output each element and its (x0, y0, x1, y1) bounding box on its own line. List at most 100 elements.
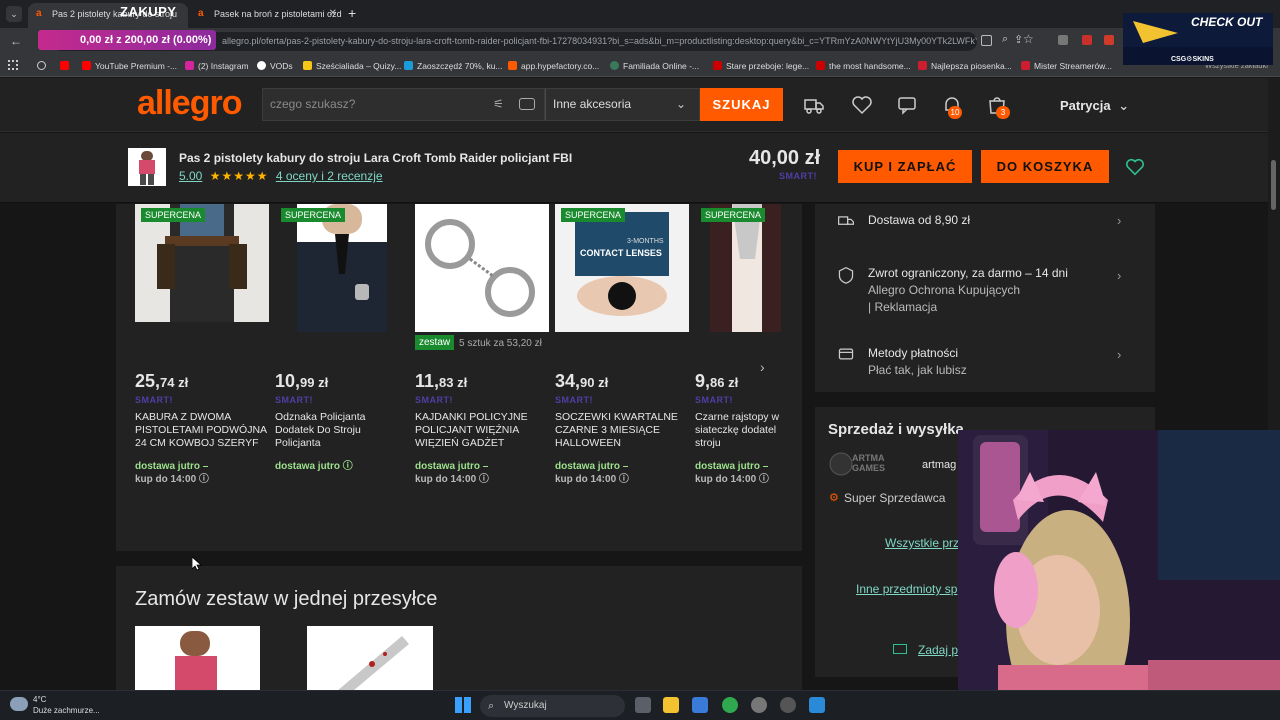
user-menu[interactable]: Patrycja ⌄ (1060, 98, 1129, 114)
extension-red-icon[interactable] (1104, 35, 1114, 45)
sponsor-promo-overlay: CHECK OUT CSG⚙SKINS (1123, 13, 1273, 65)
back-icon[interactable]: ← (10, 34, 22, 48)
webcam-image (958, 430, 1280, 720)
smart-badge: SMART! (415, 395, 453, 405)
task-view-icon[interactable] (635, 697, 651, 713)
product-rating: 5.00 ★★★★★ 4 oceny i 2 recenzje (179, 169, 383, 183)
smart-badge: SMART! (135, 395, 173, 405)
set-tag: zestaw (415, 335, 455, 350)
cart-badge: 3 (996, 106, 1010, 119)
new-tab-button[interactable]: + (348, 5, 356, 21)
bookmark-item[interactable] (60, 59, 73, 73)
bookmark-icon[interactable] (37, 61, 46, 70)
bookmark-stare-przeboje[interactable]: Stare przeboje: lege... (713, 59, 809, 73)
heart-icon[interactable] (851, 94, 873, 116)
bookmark-szescialiada[interactable]: Sześcialiada – Quizy... (303, 59, 401, 73)
promo-title: CHECK OUT (1191, 15, 1263, 29)
bookmark-youtube-premium[interactable]: YouTube Premium -... (82, 59, 177, 73)
allegro-logo[interactable]: allegro (137, 84, 242, 123)
cursor-arrow (191, 556, 203, 571)
apps-grid-icon[interactable] (8, 60, 18, 70)
delivery-info: dostawa jutro ⓘ (275, 461, 353, 472)
chrome-icon[interactable] (722, 697, 738, 713)
search-button[interactable]: SZUKAJ (700, 88, 783, 121)
product-card[interactable]: SUPERCENA 9,86 zł SMART! Czarne rajstopy… (695, 204, 785, 494)
sticky-product-bar: Pas 2 pistolety kabury do stroju Lara Cr… (0, 133, 1280, 203)
camera-icon[interactable] (519, 98, 535, 110)
payments-row[interactable]: Metody płatności Płać tak, jak lubisz (868, 345, 967, 379)
ask-question-link[interactable]: Zadaj p (918, 643, 958, 657)
bookmark-vods[interactable]: VODs (257, 59, 293, 73)
tab-second[interactable]: a Pasek na broń z pistoletami ozd ✕ (190, 3, 345, 28)
reviews-link[interactable]: 4 oceny i 2 recenzje (276, 169, 383, 183)
other-items-link[interactable]: Inne przedmioty sp (856, 582, 957, 596)
buy-now-button[interactable]: KUP I ZAPŁAĆ (838, 150, 972, 183)
install-icon[interactable] (981, 35, 992, 46)
product-name[interactable]: SOCZEWKI KWARTALNE CZARNE 3 MIESIĄCE HAL… (555, 411, 687, 450)
allegro-favicon-icon: a (198, 8, 204, 19)
extension-icon[interactable] (1058, 35, 1068, 45)
carousel-next-arrow-icon[interactable]: › (760, 359, 765, 375)
add-to-cart-button[interactable]: DO KOSZYKA (981, 150, 1109, 183)
messages-icon[interactable] (896, 94, 918, 116)
app-window-icon[interactable] (809, 697, 825, 713)
supercena-badge: SUPERCENA (141, 208, 206, 222)
start-windows-icon[interactable] (455, 697, 471, 713)
bookmark-instagram[interactable]: (2) Instagram (185, 59, 249, 73)
bookmark-zaoszczedz[interactable]: Zaoszczędź 70%, ku... (404, 59, 503, 73)
seller-name[interactable]: artmag (922, 459, 956, 471)
product-image (415, 204, 549, 332)
product-name[interactable]: KAJDANKI POLICYJNE POLICJANT WIĘŹNIA WIĘ… (415, 411, 547, 450)
youtube-icon (60, 61, 69, 70)
bookmark-mister[interactable]: Mister Streamerów... (1021, 59, 1112, 73)
all-items-link[interactable]: Wszystkie prz (885, 536, 959, 550)
bundle-product-image[interactable] (135, 626, 260, 696)
delivery-truck-icon[interactable] (803, 94, 825, 116)
search-icon: ⌕ (488, 700, 495, 712)
product-name[interactable]: Odznaka Policjanta Dodatek Do Stroju Pol… (275, 411, 407, 450)
bookmark-familiada[interactable]: Familiada Online -... (610, 59, 699, 73)
bundle-product-image[interactable] (307, 626, 433, 696)
delivery-info: dostawa jutro – kup do 14:00 ⓘ (695, 461, 769, 485)
woman-pink-top-image (175, 631, 217, 696)
file-explorer-icon[interactable] (663, 697, 679, 713)
store-icon[interactable] (692, 697, 708, 713)
filter-icon[interactable]: ⚟ (493, 97, 504, 111)
windows-taskbar: 4°C Duże zachmurze... ⌕ Wyszukaj (0, 690, 1280, 720)
scrollbar-thumb[interactable] (1271, 160, 1276, 210)
share-icon[interactable]: ⇪ (1014, 33, 1023, 46)
favorite-heart-icon[interactable] (1124, 157, 1146, 177)
product-name[interactable]: KABURA Z DWOMA PISTOLETAMI PODWÓJNA 24 C… (135, 411, 267, 450)
bookmark-star-icon[interactable]: ☆ (1023, 32, 1034, 46)
taskbar-search[interactable]: ⌕ Wyszukaj (480, 695, 625, 717)
set-price-text: 5 sztuk za 53,20 zł (459, 338, 542, 349)
super-seller-icon: ⚙ (829, 492, 839, 504)
notifications-badge: 10 (948, 106, 962, 119)
seller-logo-text: ARTMA GAMES (852, 453, 886, 473)
close-tab-icon[interactable]: ✕ (329, 3, 337, 25)
weather-icon[interactable] (10, 697, 28, 711)
zoom-icon[interactable]: ⌕ (1002, 33, 1008, 46)
product-price: 9,86 zł (695, 371, 739, 391)
returns-row[interactable]: Zwrot ograniczony, za darmo – 14 dni All… (868, 265, 1068, 316)
product-name[interactable]: Czarne rajstopy w siateczkę dodatel stro… (695, 411, 785, 450)
rating-value[interactable]: 5.00 (179, 169, 202, 183)
shopping-goal-progress: 0,00 zł z 200,00 zł (0.00%) (80, 34, 212, 46)
weather-desc: Duże zachmurze... (33, 706, 100, 715)
bookmark-najlepsza[interactable]: Najlepsza piosenka... (918, 59, 1012, 73)
bookmark-handsome[interactable]: the most handsome... (816, 59, 911, 73)
chevron-right-icon: › (1117, 347, 1122, 362)
similar-products-section: SUPERCENA 25,74 zł SMART! KABURA Z DWOMA… (116, 204, 802, 551)
u-icon (1021, 61, 1030, 70)
settings-gear-icon[interactable] (751, 697, 767, 713)
weather-widget[interactable]: 4°C Duże zachmurze... (33, 694, 100, 716)
bookmark-hypefactory[interactable]: app.hypefactory.co... (508, 59, 599, 73)
site-header: allegro czego szukasz? ⚟ Inne akcesoria … (0, 78, 1280, 132)
extension-red-icon[interactable] (1082, 35, 1092, 45)
delivery-row[interactable]: Dostawa od 8,90 zł (868, 212, 970, 229)
webcam-overlay (958, 430, 1280, 720)
app-icon[interactable] (780, 697, 796, 713)
tab-list-icon[interactable]: ⌄ (6, 6, 22, 22)
chevron-right-icon: › (1117, 213, 1122, 228)
category-select[interactable]: Inne akcesoria ⌄ (545, 88, 700, 121)
